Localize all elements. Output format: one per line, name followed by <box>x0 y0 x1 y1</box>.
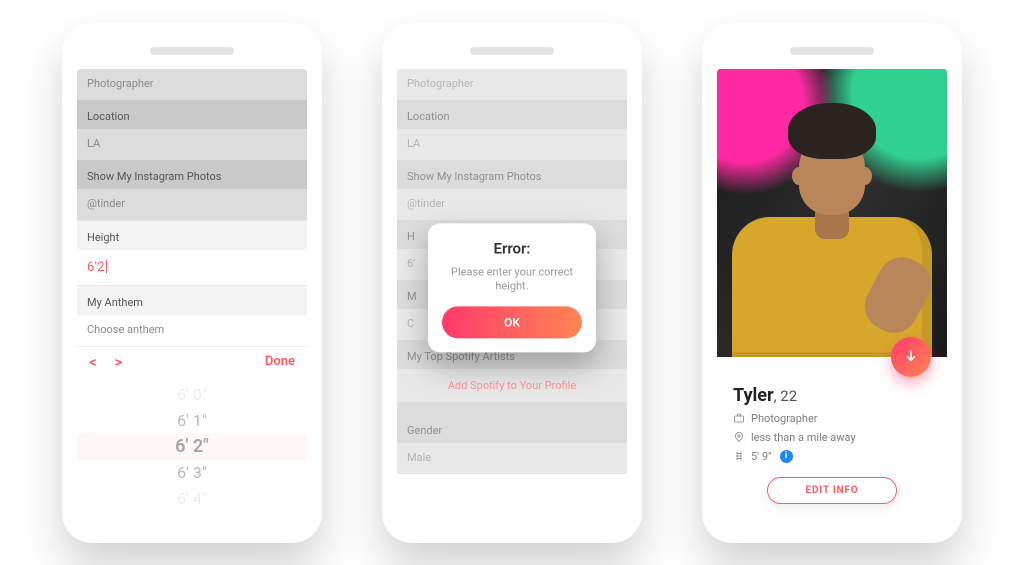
picker-option[interactable]: 6' 4" <box>177 487 207 511</box>
profile-distance: less than a mile away <box>751 431 856 444</box>
profile-photo[interactable] <box>717 69 947 357</box>
modal-ok-button[interactable]: OK <box>442 307 582 339</box>
text-caret <box>106 260 107 273</box>
picker-option[interactable]: 6' 1" <box>177 409 207 433</box>
picker-done-button[interactable]: Done <box>265 354 295 369</box>
instagram-value: @tinder <box>77 189 307 220</box>
arrow-down-icon <box>903 349 919 365</box>
anthem-header: My Anthem <box>77 285 307 315</box>
phone-speaker <box>470 47 554 55</box>
location-value: LA <box>77 129 307 160</box>
phone-speaker <box>150 47 234 55</box>
height-header: Height <box>77 220 307 250</box>
height-ruler-icon <box>733 450 745 462</box>
job-value: Photographer <box>77 69 307 100</box>
profile-job-row: Photographer <box>733 412 931 425</box>
phone-speaker <box>790 47 874 55</box>
picker-option[interactable]: 6' 0" <box>177 383 207 407</box>
screen-profile: Tyler, 22 Photographer less than a mile … <box>717 69 947 523</box>
picker-prev-icon[interactable]: < <box>89 353 97 371</box>
phone-error-modal: Photographer Location LA Show My Instagr… <box>382 23 642 543</box>
height-input-text: 6'2 <box>87 260 105 275</box>
screen-error: Photographer Location LA Show My Instagr… <box>397 69 627 523</box>
profile-job: Photographer <box>751 412 818 425</box>
profile-name: Tyler <box>733 385 774 406</box>
profile-photo-wrap <box>717 69 947 357</box>
instagram-header: Show My Instagram Photos <box>77 160 307 189</box>
profile-info: Tyler, 22 Photographer less than a mile … <box>717 357 947 516</box>
profile-height-row: 5' 9" i <box>733 450 931 463</box>
modal-title: Error: <box>442 239 582 257</box>
person-illustration <box>757 117 907 357</box>
anthem-placeholder[interactable]: Choose anthem <box>77 315 307 346</box>
height-input[interactable]: 6'2 <box>77 250 307 285</box>
location-pin-icon <box>733 431 745 443</box>
picker-next-icon[interactable]: > <box>115 353 123 371</box>
modal-body: Please enter your correct height. <box>442 265 582 295</box>
screen-edit: Photographer Location LA Show My Instagr… <box>77 69 307 523</box>
download-fab[interactable] <box>891 337 931 377</box>
profile-height: 5' 9" <box>751 450 772 463</box>
info-badge-icon[interactable]: i <box>780 450 793 463</box>
height-picker[interactable]: 6' 0" 6' 1" 6' 2" 6' 3" 6' 4" <box>77 377 307 517</box>
phone-profile-card: Tyler, 22 Photographer less than a mile … <box>702 23 962 543</box>
location-header: Location <box>77 100 307 129</box>
picker-selection-band <box>77 434 307 460</box>
edit-info-button[interactable]: EDIT INFO <box>767 477 897 504</box>
profile-age: , 22 <box>774 387 798 405</box>
phone-edit-height: Photographer Location LA Show My Instagr… <box>62 23 322 543</box>
profile-age-value: 22 <box>780 387 797 405</box>
error-modal: Error: Please enter your correct height.… <box>428 223 596 353</box>
briefcase-icon <box>733 412 745 424</box>
picker-toolbar: < > Done <box>77 346 307 377</box>
picker-option[interactable]: 6' 3" <box>177 461 207 485</box>
profile-distance-row: less than a mile away <box>733 431 931 444</box>
